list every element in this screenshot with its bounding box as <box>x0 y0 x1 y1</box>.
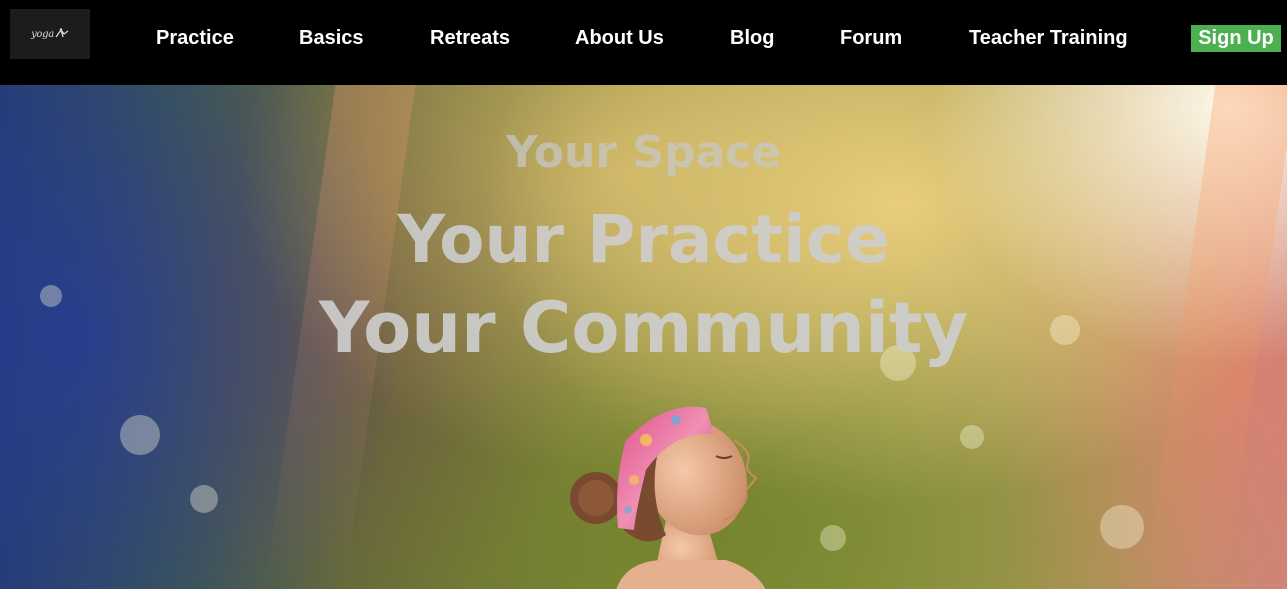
logo-text: yoga <box>31 28 54 40</box>
nav-item-basics[interactable]: Basics <box>299 24 364 52</box>
yoga-pose-icon <box>55 25 69 43</box>
hero-banner: Your Space Your Practice Your Community <box>0 85 1287 589</box>
site-logo[interactable]: yoga <box>10 9 90 59</box>
nav-item-forum[interactable]: Forum <box>840 24 902 52</box>
bokeh-light <box>120 415 160 455</box>
bokeh-light <box>820 525 846 551</box>
meditating-woman-image <box>570 406 766 589</box>
hero-line-your-space: Your Space <box>505 127 782 178</box>
nav-item-blog[interactable]: Blog <box>730 24 774 52</box>
hero-line-your-community: Your Community <box>318 287 969 369</box>
signup-button[interactable]: Sign Up <box>1191 25 1281 52</box>
nav-item-about-us[interactable]: About Us <box>575 24 664 52</box>
bokeh-light <box>1100 505 1144 549</box>
bokeh-light <box>190 485 218 513</box>
nav-item-practice[interactable]: Practice <box>156 24 234 52</box>
bokeh-light <box>960 425 984 449</box>
hero-line-your-practice: Your Practice <box>397 201 890 278</box>
top-navbar: yoga Practice Basics Retreats About Us B… <box>0 0 1287 85</box>
nav-item-teacher-training[interactable]: Teacher Training <box>969 24 1128 52</box>
nav-item-retreats[interactable]: Retreats <box>430 24 510 52</box>
